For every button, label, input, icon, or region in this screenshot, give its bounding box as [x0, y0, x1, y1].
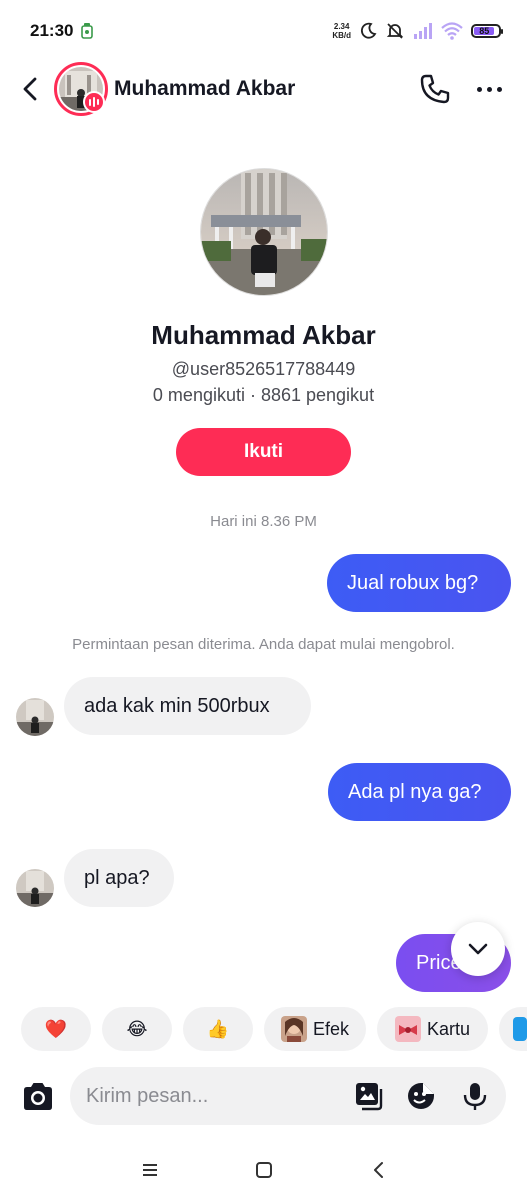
battery-indicator: 85	[471, 24, 503, 38]
effect-label: Efek	[312, 1018, 350, 1039]
follow-button[interactable]: Ikuti	[176, 428, 351, 476]
card-thumbnail-icon	[394, 1016, 421, 1042]
chip-icon	[513, 1017, 527, 1041]
message-bubble-outgoing[interactable]: Jual robux bg?	[327, 554, 511, 612]
microphone-icon[interactable]	[460, 1081, 490, 1111]
battery-level: 85	[474, 26, 495, 36]
status-time: 21:30	[30, 21, 74, 40]
message-input[interactable]	[86, 1067, 346, 1125]
phone-icon[interactable]	[418, 72, 452, 106]
message-bubble-incoming[interactable]: pl apa?	[64, 849, 174, 907]
chat-header: Muhammad Akbar	[0, 60, 527, 120]
app-notification-icon	[81, 23, 93, 39]
live-icon	[83, 91, 105, 113]
back-arrow-icon[interactable]	[16, 74, 46, 104]
sender-avatar[interactable]	[16, 698, 54, 736]
chevron-down-icon	[468, 943, 488, 955]
recent-apps-icon[interactable]	[138, 1158, 162, 1182]
contact-name[interactable]: Muhammad Akbar	[114, 77, 295, 101]
status-bar: 21:30 2.34 KB/d 85	[0, 0, 527, 62]
chat-timestamp: Hari ini 8.36 PM	[210, 513, 317, 530]
scroll-to-bottom-button[interactable]	[451, 922, 505, 976]
card-label: Kartu	[426, 1018, 471, 1039]
profile-stats: 0 mengikuti · 8861 pengikut	[152, 385, 375, 405]
sender-avatar[interactable]	[16, 869, 54, 907]
message-bubble-outgoing[interactable]: Ada pl nya ga?	[328, 763, 511, 821]
sticker-icon[interactable]	[406, 1081, 436, 1111]
net-speed: 2.34 KB/d	[332, 22, 351, 40]
status-icons: 2.34 KB/d 85	[332, 20, 503, 42]
profile-handle: @user8526517788449	[171, 359, 356, 379]
reaction-laugh-chip[interactable]: 😂	[102, 1007, 172, 1051]
quick-reactions-bar: ❤️ 😂 👍 Efek Kartu	[0, 1007, 527, 1051]
effect-thumbnail-icon	[280, 1016, 307, 1042]
profile-name: Muhammad Akbar	[151, 320, 376, 350]
muted-bell-icon	[386, 23, 404, 39]
signal-icon	[414, 23, 432, 39]
card-chip[interactable]: Kartu	[377, 1007, 488, 1051]
more-chip[interactable]	[499, 1007, 527, 1051]
moon-icon	[360, 22, 377, 39]
system-nav-bar	[0, 1140, 527, 1200]
effect-chip[interactable]: Efek	[264, 1007, 366, 1051]
camera-icon[interactable]	[20, 1080, 56, 1114]
more-options-icon[interactable]	[472, 76, 506, 102]
wifi-icon	[441, 22, 463, 40]
message-input-container	[70, 1067, 506, 1125]
reaction-heart-chip[interactable]: ❤️	[21, 1007, 91, 1051]
message-bubble-incoming[interactable]: ada kak min 500rbux	[64, 677, 311, 735]
gallery-icon[interactable]	[354, 1081, 384, 1111]
reaction-thumbs-up-chip[interactable]: 👍	[183, 1007, 253, 1051]
profile-avatar[interactable]	[200, 168, 328, 296]
system-notice: Permintaan pesan diterima. Anda dapat mu…	[72, 636, 455, 653]
nav-back-icon[interactable]	[367, 1158, 391, 1182]
home-icon[interactable]	[252, 1158, 276, 1182]
